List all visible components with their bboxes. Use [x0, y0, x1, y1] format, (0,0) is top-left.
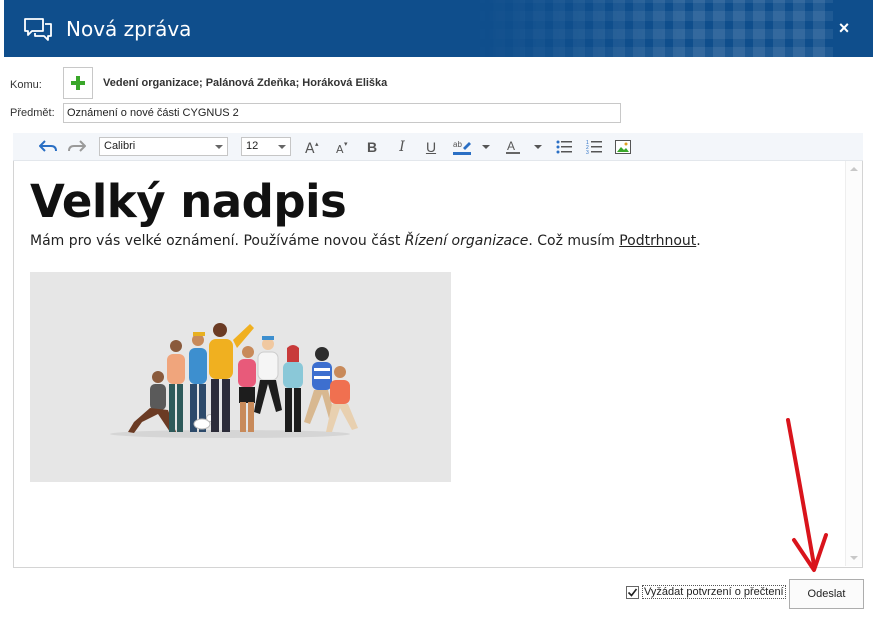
annotation-arrow-icon	[786, 418, 828, 572]
undo-icon[interactable]	[37, 137, 59, 157]
font-size-select[interactable]: 12	[241, 137, 291, 156]
svg-text:ab: ab	[453, 140, 462, 149]
font-family-select[interactable]: Calibri	[99, 137, 228, 156]
paragraph-text: .	[696, 233, 701, 249]
svg-text:A: A	[336, 143, 344, 154]
editor-toolbar: Calibri 12 A ▴ A ▾ B I U ab A 123	[13, 133, 863, 161]
underline-icon[interactable]: U	[422, 137, 440, 157]
svg-text:A: A	[507, 139, 515, 153]
paragraph-text: . Což musím	[528, 233, 620, 249]
scroll-up-icon[interactable]	[850, 167, 858, 171]
read-receipt-label[interactable]: Vyžádat potvrzení o přečtení	[642, 585, 786, 599]
read-receipt-checkbox[interactable]	[626, 586, 639, 599]
message-editor[interactable]: Velký nadpis Mám pro vás velké oznámení.…	[13, 161, 863, 568]
chevron-down-icon[interactable]	[533, 137, 543, 157]
font-size-value: 12	[246, 140, 259, 152]
subject-label: Předmět:	[10, 107, 55, 119]
scroll-down-icon[interactable]	[850, 556, 858, 560]
font-color-icon[interactable]: A	[504, 137, 522, 157]
svg-text:▴: ▴	[315, 141, 319, 148]
insert-image-icon[interactable]	[614, 137, 632, 157]
window-title: Nová zpráva	[66, 17, 192, 41]
to-label: Komu:	[10, 79, 42, 91]
editor-heading: Velký nadpis	[30, 175, 347, 228]
svg-text:A: A	[305, 141, 315, 154]
editor-paragraph: Mám pro vás velké oznámení. Používáme no…	[30, 233, 701, 249]
chevron-down-icon	[278, 145, 286, 149]
bold-icon[interactable]: B	[363, 137, 381, 157]
highlight-icon[interactable]: ab	[452, 137, 474, 157]
people-illustration[interactable]	[30, 272, 451, 482]
subject-input[interactable]	[63, 103, 621, 123]
numbered-list-icon[interactable]: 123	[585, 137, 603, 157]
italic-icon[interactable]: I	[393, 137, 411, 157]
paragraph-italic-text: Řízení organizace	[404, 233, 529, 249]
shrink-font-icon[interactable]: A ▾	[333, 137, 353, 157]
checkmark-icon	[627, 588, 638, 597]
svg-text:3: 3	[586, 150, 589, 155]
add-recipient-button[interactable]	[63, 67, 93, 99]
close-icon[interactable]: ×	[835, 18, 853, 38]
paragraph-text: Mám pro vás velké oznámení. Používáme no…	[30, 233, 405, 249]
window-titlebar: Nová zpráva ×	[4, 0, 873, 57]
chevron-down-icon	[215, 145, 223, 149]
titlebar-pattern	[473, 0, 833, 57]
grow-font-icon[interactable]: A ▴	[303, 137, 323, 157]
chevron-down-icon[interactable]	[481, 137, 491, 157]
recipients-list[interactable]: Vedení organizace; Palánová Zdeňka; Horá…	[103, 77, 387, 89]
editor-scrollbar[interactable]	[845, 161, 862, 566]
redo-icon[interactable]	[66, 137, 88, 157]
svg-text:▾: ▾	[344, 141, 348, 148]
chat-icon	[24, 18, 52, 41]
plus-icon	[71, 76, 85, 90]
paragraph-underlined-text: Podtrhnout	[619, 233, 697, 249]
group-of-people-image	[110, 323, 358, 438]
font-family-value: Calibri	[104, 140, 136, 152]
send-button[interactable]: Odeslat	[789, 579, 864, 609]
bullet-list-icon[interactable]	[555, 137, 573, 157]
